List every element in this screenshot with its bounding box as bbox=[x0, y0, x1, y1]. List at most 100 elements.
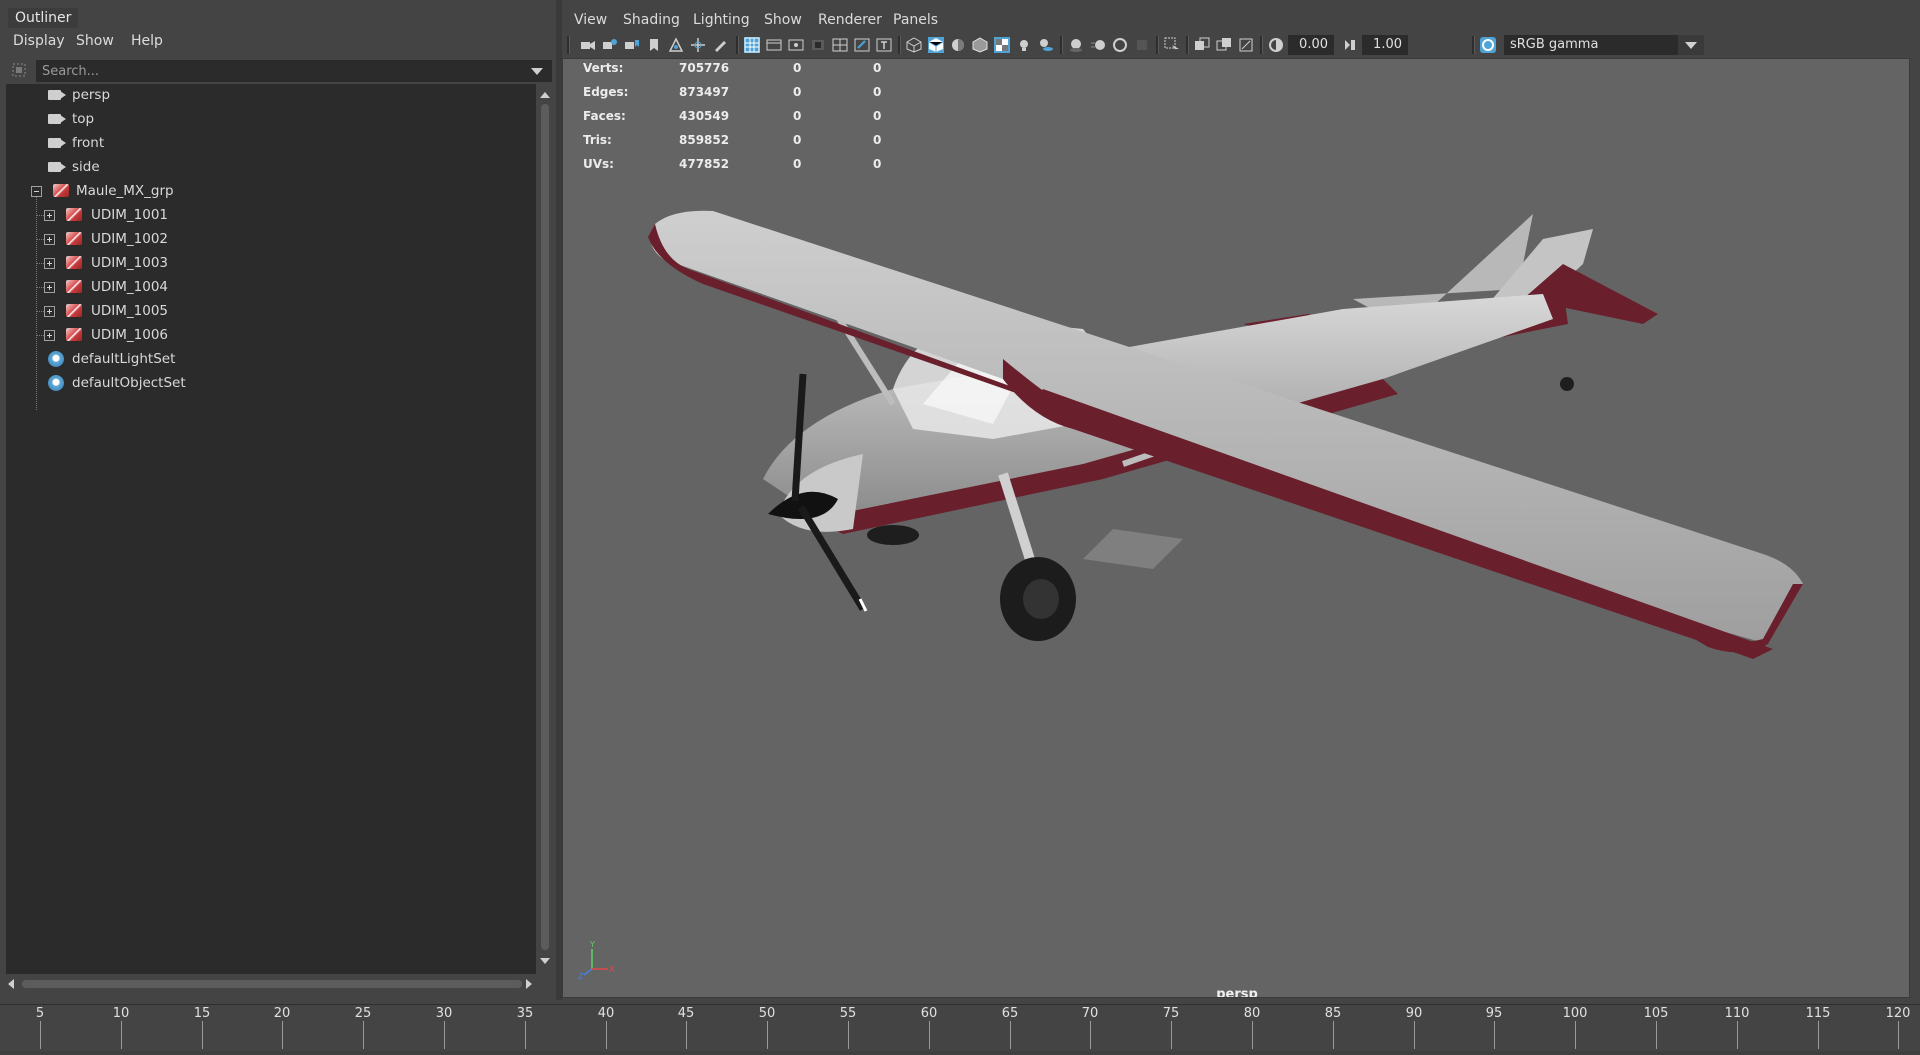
bookmark-camera-icon[interactable] bbox=[624, 37, 640, 53]
time-slider-track[interactable]: 5 10 15 20 25 30 35 40 45 50 55 60 65 70 75 80 85 90 95 100… bbox=[0, 1004, 1920, 1051]
field-chart-icon[interactable] bbox=[832, 37, 848, 53]
expand-toggle[interactable] bbox=[44, 234, 55, 245]
menu-panels[interactable]: Panels bbox=[893, 12, 938, 28]
time-tick bbox=[202, 1021, 203, 1049]
time-tick bbox=[1333, 1021, 1334, 1049]
exposure-icon[interactable] bbox=[1268, 37, 1284, 53]
camera-icon bbox=[48, 162, 66, 172]
tree-item-label: side bbox=[72, 159, 100, 175]
wireframe-icon[interactable] bbox=[906, 37, 922, 53]
group-icon bbox=[66, 304, 82, 317]
motion-blur-icon[interactable] bbox=[1090, 37, 1106, 53]
menu-help[interactable]: Help bbox=[131, 33, 163, 49]
time-tick-label: 15 bbox=[193, 1006, 211, 1021]
grid-icon[interactable] bbox=[744, 37, 760, 53]
airplane-model[interactable] bbox=[563, 59, 1909, 997]
tree-item-label: UDIM_1001 bbox=[91, 207, 169, 223]
select-camera-icon[interactable] bbox=[580, 37, 596, 53]
outliner-tab[interactable]: Outliner bbox=[8, 8, 79, 28]
gate-mask-icon[interactable] bbox=[810, 37, 826, 53]
hud-value: 430549 bbox=[679, 109, 730, 123]
tree-connector bbox=[37, 287, 44, 288]
time-tick bbox=[1090, 1021, 1091, 1049]
object-set-icon bbox=[48, 375, 64, 391]
hud-label: Verts: bbox=[583, 61, 624, 75]
expand-toggle[interactable] bbox=[44, 258, 55, 269]
scroll-left-arrow-icon[interactable] bbox=[8, 979, 14, 989]
time-tick bbox=[1494, 1021, 1495, 1049]
vertical-scrollbar[interactable] bbox=[538, 92, 552, 972]
expand-toggle[interactable] bbox=[44, 282, 55, 293]
2d-pan-zoom-icon[interactable] bbox=[690, 37, 706, 53]
chevron-down-icon[interactable] bbox=[1678, 35, 1704, 55]
time-tick-label: 80 bbox=[1243, 1006, 1261, 1021]
shadows-icon[interactable] bbox=[1038, 37, 1054, 53]
search-input[interactable] bbox=[36, 60, 528, 82]
scroll-down-arrow-icon[interactable] bbox=[540, 958, 550, 964]
tree-connector bbox=[37, 215, 44, 216]
expand-toggle[interactable] bbox=[44, 306, 55, 317]
menu-view[interactable]: View bbox=[574, 12, 607, 28]
safe-action-icon[interactable] bbox=[854, 37, 870, 53]
hud-value: 0 bbox=[793, 133, 802, 147]
axis-label-x: X bbox=[609, 965, 615, 974]
viewport-canvas[interactable]: Verts: 705776 0 0 Edges: 873497 0 0 Face… bbox=[562, 58, 1910, 998]
xray-icon[interactable] bbox=[1194, 37, 1210, 53]
xray-components-icon[interactable] bbox=[1238, 37, 1254, 53]
toolbar-separator bbox=[1186, 36, 1189, 54]
menu-lighting[interactable]: Lighting bbox=[693, 12, 750, 28]
time-tick-label: 35 bbox=[516, 1006, 534, 1021]
menu-shading[interactable]: Shading bbox=[623, 12, 680, 28]
time-tick bbox=[1898, 1021, 1899, 1049]
bookmark-icon[interactable] bbox=[646, 37, 662, 53]
tree-item-label: Maule_MX_grp bbox=[76, 183, 174, 199]
anti-aliasing-icon[interactable] bbox=[1112, 37, 1128, 53]
use-all-lights-icon[interactable] bbox=[1016, 37, 1032, 53]
filter-icon[interactable] bbox=[12, 63, 26, 77]
group-icon bbox=[66, 280, 82, 293]
menu-display[interactable]: Display bbox=[13, 33, 65, 49]
safe-title-icon[interactable] bbox=[876, 37, 892, 53]
color-management-icon[interactable] bbox=[1480, 37, 1496, 53]
tree-item-label: persp bbox=[72, 87, 111, 103]
collapse-toggle[interactable] bbox=[31, 186, 42, 197]
gamma-field[interactable]: 1.00 bbox=[1362, 35, 1408, 55]
depth-of-field-icon[interactable] bbox=[1134, 37, 1150, 53]
default-material-icon[interactable] bbox=[950, 37, 966, 53]
scroll-thumb[interactable] bbox=[22, 980, 522, 988]
tree-item-label: UDIM_1002 bbox=[91, 231, 169, 247]
time-slider[interactable]: 5 10 15 20 25 30 35 40 45 50 55 60 65 70 75 80 85 90 95 100… bbox=[0, 1004, 1920, 1055]
tree-item-label: UDIM_1003 bbox=[91, 255, 169, 271]
camera-icon bbox=[48, 138, 66, 148]
hud-label: Edges: bbox=[583, 85, 629, 99]
film-gate-icon[interactable] bbox=[766, 37, 782, 53]
scroll-right-arrow-icon[interactable] bbox=[526, 979, 532, 989]
toolbar-separator bbox=[1472, 36, 1475, 54]
resolution-gate-icon[interactable] bbox=[788, 37, 804, 53]
image-plane-icon[interactable] bbox=[668, 37, 684, 53]
xray-joints-icon[interactable] bbox=[1216, 37, 1232, 53]
tree-item-label: top bbox=[72, 111, 95, 127]
color-space-dropdown[interactable]: sRGB gamma bbox=[1504, 35, 1704, 55]
toolbar-separator bbox=[736, 36, 739, 54]
textured-icon[interactable] bbox=[994, 37, 1010, 53]
exposure-field[interactable]: 0.00 bbox=[1288, 35, 1334, 55]
gamma-icon[interactable] bbox=[1342, 37, 1358, 53]
wireframe-on-shaded-icon[interactable] bbox=[972, 37, 988, 53]
time-tick-label: 30 bbox=[435, 1006, 453, 1021]
isolate-select-icon[interactable] bbox=[1164, 37, 1180, 53]
smooth-shade-icon[interactable] bbox=[928, 37, 944, 53]
menu-renderer[interactable]: Renderer bbox=[818, 12, 882, 28]
time-tick bbox=[1010, 1021, 1011, 1049]
menu-show[interactable]: Show bbox=[76, 33, 114, 49]
horizontal-scrollbar[interactable] bbox=[6, 976, 536, 992]
search-options-dropdown[interactable] bbox=[522, 60, 552, 82]
scroll-thumb[interactable] bbox=[541, 104, 549, 950]
screen-space-ao-icon[interactable] bbox=[1068, 37, 1084, 53]
grease-pencil-icon[interactable] bbox=[712, 37, 728, 53]
menu-show[interactable]: Show bbox=[764, 12, 802, 28]
scroll-up-arrow-icon[interactable] bbox=[540, 92, 550, 98]
expand-toggle[interactable] bbox=[44, 210, 55, 221]
expand-toggle[interactable] bbox=[44, 330, 55, 341]
camera-attributes-icon[interactable] bbox=[602, 37, 618, 53]
